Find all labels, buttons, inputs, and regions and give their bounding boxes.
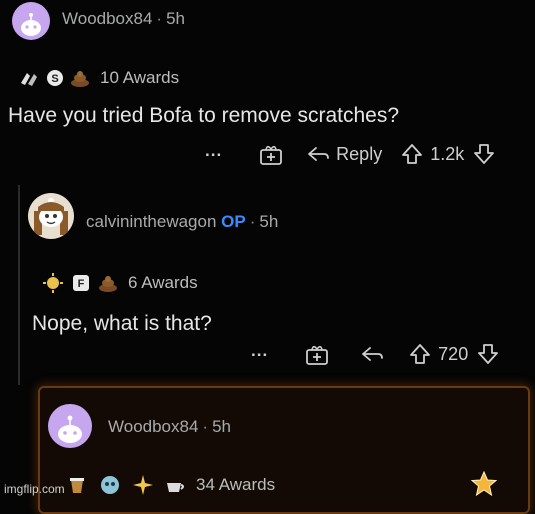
reply-arrow-icon[interactable] bbox=[360, 344, 384, 364]
avatar[interactable] bbox=[12, 2, 50, 40]
reply-button[interactable]: Reply bbox=[336, 144, 382, 165]
awards-count: 6 Awards bbox=[128, 273, 198, 292]
avatar[interactable] bbox=[28, 193, 74, 239]
award-drink-icon bbox=[70, 478, 84, 493]
give-award-icon[interactable] bbox=[304, 342, 330, 366]
comment-body: Have you tried Bofa to remove scratches? bbox=[8, 104, 400, 127]
give-award-icon[interactable] bbox=[258, 142, 284, 166]
separator-dot: · bbox=[249, 212, 256, 231]
award-teacup-icon bbox=[167, 483, 184, 492]
award-hands-icon bbox=[21, 73, 37, 86]
comment-age: 5h bbox=[166, 9, 186, 28]
comment-actions: ... 720 bbox=[251, 341, 500, 366]
more-options-button[interactable]: ... bbox=[205, 141, 222, 161]
snoo-avatar-icon bbox=[21, 13, 41, 36]
comment-body: Nope, what is that? bbox=[32, 312, 212, 335]
award-silver-icon: S bbox=[47, 70, 63, 86]
op-badge: OP bbox=[221, 212, 246, 231]
awards-count: 34 Awards bbox=[196, 475, 276, 494]
separator-dot: · bbox=[156, 9, 163, 28]
award-poop-icon bbox=[71, 71, 89, 87]
snoo-avatar-icon bbox=[34, 198, 68, 235]
downvote-icon[interactable] bbox=[476, 342, 500, 366]
comment-actions: ... Reply 1.2k bbox=[205, 141, 496, 166]
imgflip-watermark: imgflip.com bbox=[4, 482, 65, 496]
vote-score: 720 bbox=[438, 343, 469, 364]
thread-line[interactable] bbox=[18, 185, 20, 385]
comment-username[interactable]: calvininthewagon bbox=[86, 212, 216, 231]
avatar[interactable] bbox=[48, 404, 92, 448]
separator-dot: · bbox=[202, 417, 209, 436]
upvote-icon[interactable] bbox=[400, 142, 424, 166]
comment-username[interactable]: Woodbox84 bbox=[108, 417, 198, 436]
comment-username[interactable]: Woodbox84 bbox=[62, 9, 152, 28]
award-sun-icon bbox=[43, 273, 63, 293]
award-f-letter: F bbox=[78, 278, 85, 290]
downvote-icon[interactable] bbox=[472, 142, 496, 166]
awards-row[interactable]: S 10 Awards bbox=[18, 68, 179, 88]
upvote-icon[interactable] bbox=[408, 342, 432, 366]
more-options-button[interactable]: ... bbox=[251, 341, 268, 361]
award-alien-icon bbox=[101, 476, 119, 494]
vote-score: 1.2k bbox=[430, 143, 465, 164]
award-poop-icon bbox=[99, 276, 117, 292]
award-sparkle-icon bbox=[133, 475, 153, 495]
awards-count: 10 Awards bbox=[100, 68, 180, 87]
award-star-icon bbox=[470, 470, 498, 497]
awards-row[interactable]: 34 Awards bbox=[66, 474, 275, 496]
award-f-icon: F bbox=[73, 275, 89, 291]
award-silver-letter: S bbox=[51, 73, 58, 85]
comment-age: 5h bbox=[259, 212, 279, 231]
awards-row[interactable]: F 6 Awards bbox=[42, 272, 198, 294]
snoo-avatar-icon bbox=[58, 415, 82, 443]
comment-age: 5h bbox=[212, 417, 232, 436]
reply-arrow-icon[interactable] bbox=[306, 144, 330, 164]
